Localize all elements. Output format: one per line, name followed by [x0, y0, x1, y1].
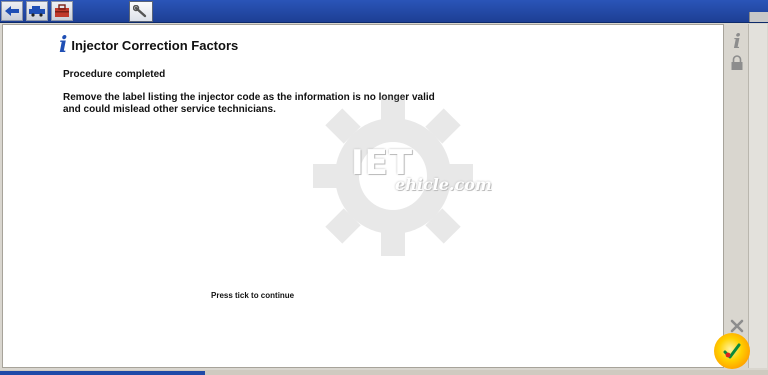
taskbar-strip — [0, 370, 768, 375]
top-toolbar — [0, 0, 768, 23]
vertical-scrollbar[interactable] — [748, 24, 767, 368]
back-button[interactable] — [1, 1, 23, 21]
toolbox-icon — [55, 4, 69, 17]
confirm-tick-button[interactable] — [714, 333, 750, 369]
lock-icon — [731, 55, 743, 70]
wrench-tab[interactable] — [129, 1, 153, 22]
continue-prompt: Press tick to continue — [211, 291, 295, 300]
info-icon: i — [733, 29, 741, 53]
vehicle-button[interactable] — [26, 1, 48, 21]
tick-icon — [723, 343, 741, 359]
toolbar-corner-tab — [749, 12, 768, 22]
cross-icon — [730, 319, 744, 333]
dialog-panel: i Injector Correction Factors Procedure … — [2, 24, 724, 368]
vehicle-icon — [29, 6, 45, 17]
watermark-subtext: ehicle.com — [395, 175, 492, 194]
info-icon: i — [59, 32, 68, 58]
toolbox-button[interactable] — [51, 1, 73, 21]
dialog-header: i Injector Correction Factors — [59, 32, 239, 58]
dialog-title: Injector Correction Factors — [71, 37, 239, 53]
status-text: Procedure completed — [63, 69, 166, 80]
info-side-button[interactable]: i — [728, 29, 746, 53]
lock-button[interactable] — [728, 54, 746, 72]
taskbar-segment — [0, 371, 205, 375]
wrench-icon — [133, 4, 147, 17]
side-strip: i — [726, 24, 748, 368]
back-arrow-icon — [5, 6, 19, 16]
